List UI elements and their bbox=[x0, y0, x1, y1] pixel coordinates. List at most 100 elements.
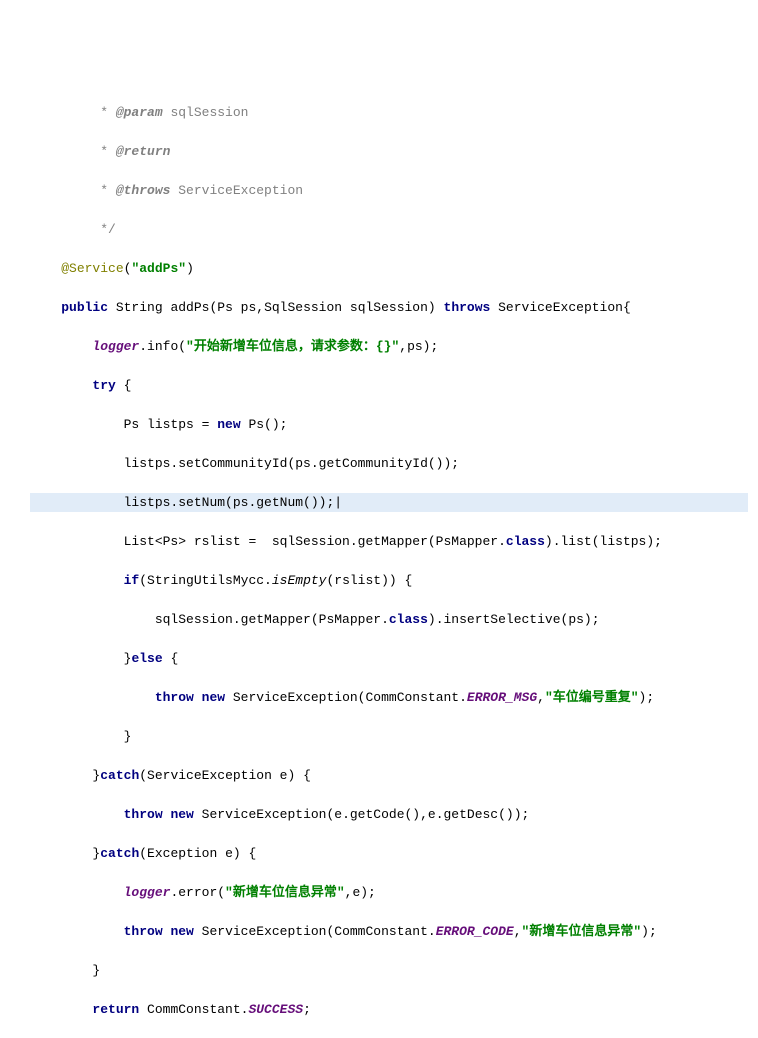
text: ServiceException(CommConstant. bbox=[194, 924, 436, 939]
text: ).list(listps); bbox=[545, 534, 662, 549]
text: Ps(); bbox=[241, 417, 288, 432]
method-name: addPs bbox=[170, 300, 209, 315]
brace: } bbox=[124, 651, 132, 666]
text: sqlSession.getMapper(PsMapper. bbox=[155, 612, 389, 627]
comment-text: * bbox=[100, 183, 116, 198]
brace: } bbox=[92, 768, 100, 783]
string-literal: "新增车位信息异常" bbox=[225, 885, 345, 900]
code-line: listps.setCommunityId(ps.getCommunityId(… bbox=[30, 454, 748, 474]
code-line: }catch(Exception e) { bbox=[30, 844, 748, 864]
text: (rslist)) { bbox=[326, 573, 412, 588]
code-line: if(StringUtilsMycc.isEmpty(rslist)) { bbox=[30, 571, 748, 591]
tail: (ServiceException e) { bbox=[139, 768, 311, 783]
javadoc-return: @return bbox=[116, 144, 171, 159]
indent bbox=[30, 885, 124, 900]
field-ref: logger bbox=[92, 339, 139, 354]
code-line: List<Ps> rslist = sqlSession.getMapper(P… bbox=[30, 532, 748, 552]
code-line: * @return bbox=[30, 142, 748, 162]
indent bbox=[30, 261, 61, 276]
keyword: throw bbox=[124, 807, 163, 822]
comment-text bbox=[30, 183, 100, 198]
code-editor-content[interactable]: * @param sqlSession * @return * @throws … bbox=[0, 78, 758, 1038]
code-line: public String addPs(Ps ps,SqlSession sql… bbox=[30, 298, 748, 318]
string-literal: "新增车位信息异常" bbox=[522, 924, 642, 939]
text: CommConstant. bbox=[139, 1002, 248, 1017]
comment-text bbox=[30, 144, 100, 159]
keyword: new bbox=[202, 690, 225, 705]
tail: ServiceException(e.getCode(),e.getDesc()… bbox=[194, 807, 529, 822]
code-line: throw new ServiceException(CommConstant.… bbox=[30, 688, 748, 708]
comment-text bbox=[30, 105, 100, 120]
keyword: new bbox=[170, 924, 193, 939]
code-line: throw new ServiceException(CommConstant.… bbox=[30, 922, 748, 942]
keyword: return bbox=[92, 1002, 139, 1017]
keyword: catch bbox=[100, 768, 139, 783]
code-line-highlighted: listps.setNum(ps.getNum());| bbox=[30, 493, 748, 513]
comment-text: * bbox=[100, 144, 116, 159]
tail: ,ps); bbox=[399, 339, 438, 354]
indent bbox=[30, 924, 124, 939]
text: ); bbox=[641, 924, 657, 939]
code-line: Ps listps = new Ps(); bbox=[30, 415, 748, 435]
indent bbox=[30, 651, 124, 666]
code-line: } bbox=[30, 727, 748, 747]
tail: ServiceException{ bbox=[490, 300, 630, 315]
caret-icon: | bbox=[334, 495, 342, 510]
text: listps.setNum(ps.getNum()); bbox=[124, 495, 335, 510]
code-line: }catch(ServiceException e) { bbox=[30, 766, 748, 786]
string-literal: "车位编号重复" bbox=[545, 690, 639, 705]
indent bbox=[30, 846, 92, 861]
indent bbox=[30, 300, 61, 315]
text: , bbox=[514, 924, 522, 939]
text: (StringUtilsMycc. bbox=[139, 573, 272, 588]
tail: (Exception e) { bbox=[139, 846, 256, 861]
keyword: new bbox=[170, 807, 193, 822]
string-literal: "开始新增车位信息，请求参数：{}" bbox=[186, 339, 399, 354]
text: ).insertSelective(ps); bbox=[428, 612, 600, 627]
code-line: @Service("addPs") bbox=[30, 259, 748, 279]
keyword: catch bbox=[100, 846, 139, 861]
keyword: else bbox=[131, 651, 162, 666]
text: ServiceException(CommConstant. bbox=[225, 690, 467, 705]
code-line: throw new ServiceException(e.getCode(),e… bbox=[30, 805, 748, 825]
code-line: */ bbox=[30, 220, 748, 240]
paren: ) bbox=[186, 261, 194, 276]
text: ); bbox=[639, 690, 655, 705]
space bbox=[194, 690, 202, 705]
code-line: try { bbox=[30, 376, 748, 396]
indent bbox=[30, 339, 92, 354]
string-literal: "addPs" bbox=[131, 261, 186, 276]
code-line: logger.error("新增车位信息异常",e); bbox=[30, 883, 748, 903]
method-call: .error( bbox=[170, 885, 225, 900]
comment-text: ServiceException bbox=[170, 183, 303, 198]
annotation: @Service bbox=[61, 261, 123, 276]
text: ; bbox=[303, 1002, 311, 1017]
text: List<Ps> rslist = sqlSession.getMapper(P… bbox=[124, 534, 506, 549]
params: (Ps ps,SqlSession sqlSession) bbox=[209, 300, 443, 315]
constant-ref: ERROR_CODE bbox=[436, 924, 514, 939]
constant-ref: ERROR_MSG bbox=[467, 690, 537, 705]
space bbox=[163, 924, 171, 939]
space bbox=[163, 807, 171, 822]
code-line: return CommConstant.SUCCESS; bbox=[30, 1000, 748, 1020]
indent bbox=[30, 690, 155, 705]
constant-ref: SUCCESS bbox=[248, 1002, 303, 1017]
text: , bbox=[537, 690, 545, 705]
indent bbox=[30, 768, 92, 783]
keyword: if bbox=[124, 573, 140, 588]
javadoc-throws: @throws bbox=[116, 183, 171, 198]
code-line: logger.info("开始新增车位信息，请求参数：{}",ps); bbox=[30, 337, 748, 357]
indent bbox=[30, 612, 155, 627]
indent bbox=[30, 495, 124, 510]
keyword: public bbox=[61, 300, 108, 315]
keyword: class bbox=[389, 612, 428, 627]
indent bbox=[30, 807, 124, 822]
javadoc-param: @param bbox=[116, 105, 163, 120]
indent bbox=[30, 534, 124, 549]
type: String bbox=[108, 300, 170, 315]
tail: { bbox=[163, 651, 179, 666]
code-line: sqlSession.getMapper(PsMapper.class).ins… bbox=[30, 610, 748, 630]
static-method: isEmpty bbox=[272, 573, 327, 588]
code-line: } bbox=[30, 961, 748, 981]
brace: } bbox=[92, 846, 100, 861]
